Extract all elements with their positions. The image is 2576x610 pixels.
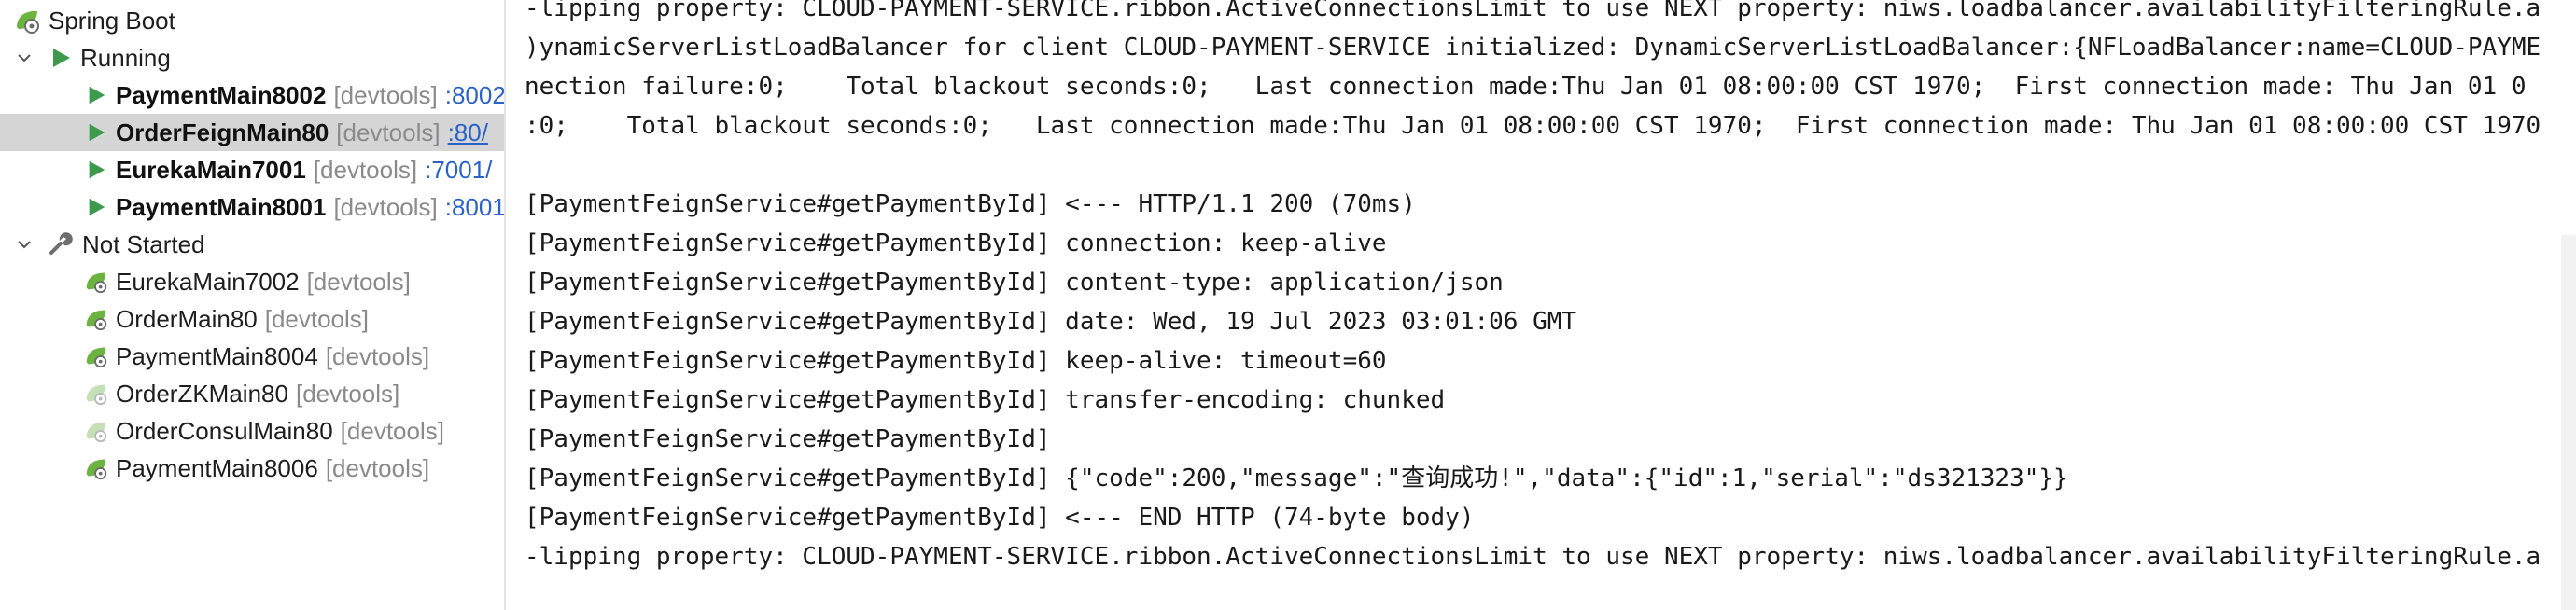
tree-group-running[interactable]: Running bbox=[0, 39, 504, 76]
tree-item-running[interactable]: PaymentMain8002 [devtools] :8002/ bbox=[0, 76, 504, 114]
tree-root-label: Spring Boot bbox=[49, 6, 175, 35]
wrench-icon bbox=[47, 230, 75, 258]
service-port-link[interactable]: :8002/ bbox=[445, 81, 504, 110]
console-line: [PaymentFeignService#getPaymentById] dat… bbox=[525, 308, 1577, 336]
chevron-down-icon[interactable] bbox=[11, 231, 37, 257]
tree-item-not-started[interactable]: OrderMain80 [devtools] bbox=[0, 300, 504, 338]
service-name: PaymentMain8006 bbox=[116, 453, 318, 482]
service-tag: [devtools] bbox=[336, 118, 441, 146]
service-tag: [devtools] bbox=[325, 453, 430, 482]
run-icon[interactable] bbox=[82, 156, 110, 184]
spring-boot-disabled-icon bbox=[82, 380, 110, 408]
service-port-link[interactable]: :7001/ bbox=[425, 156, 492, 185]
service-name: OrderFeignMain80 bbox=[116, 118, 329, 146]
tree-item-running-selected[interactable]: OrderFeignMain80 [devtools] :80/ bbox=[0, 114, 504, 151]
console-line: [PaymentFeignService#getPaymentById] kee… bbox=[525, 347, 1387, 375]
service-name: PaymentMain8001 bbox=[116, 192, 327, 221]
run-icon[interactable] bbox=[82, 193, 110, 221]
console-line: [PaymentFeignService#getPaymentById] con… bbox=[525, 269, 1504, 297]
spring-boot-icon bbox=[82, 342, 110, 370]
console-output[interactable]: -lipping property: CLOUD-PAYMENT-SERVICE… bbox=[506, 0, 2576, 610]
service-name: EurekaMain7001 bbox=[116, 155, 306, 184]
spring-boot-disabled-icon bbox=[82, 417, 110, 445]
tree-item-running[interactable]: PaymentMain8001 [devtools] :8001/ bbox=[0, 188, 504, 226]
console-line: [PaymentFeignService#getPaymentById] bbox=[525, 425, 1051, 453]
service-tag: [devtools] bbox=[264, 304, 370, 333]
tree-item-not-started[interactable]: PaymentMain8004 [devtools] bbox=[0, 338, 504, 375]
services-tree: Spring Boot Running PaymentMain8002 [dev… bbox=[0, 0, 504, 610]
service-port-link[interactable]: :8001/ bbox=[445, 193, 504, 222]
vertical-scrollbar[interactable] bbox=[2561, 235, 2576, 610]
run-icon[interactable] bbox=[82, 118, 110, 146]
console-line: [PaymentFeignService#getPaymentById] <--… bbox=[525, 504, 1475, 532]
service-tag: [devtools] bbox=[295, 379, 400, 408]
tree-group-not-started[interactable]: Not Started bbox=[0, 226, 504, 263]
tree-group-not-started-label: Not Started bbox=[82, 229, 205, 258]
service-tag: [devtools] bbox=[313, 155, 418, 184]
console-line: [PaymentFeignService#getPaymentById] tra… bbox=[525, 386, 1446, 414]
service-name: OrderZKMain80 bbox=[116, 379, 288, 408]
tree-item-not-started[interactable]: OrderConsulMain80 [devtools] bbox=[0, 412, 504, 450]
console-line: [PaymentFeignService#getPaymentById] {"c… bbox=[525, 464, 2068, 492]
console-line: :0; Total blackout seconds:0; Last conne… bbox=[525, 112, 2541, 140]
console-line: -lipping property: CLOUD-PAYMENT-SERVICE… bbox=[525, 0, 2541, 22]
service-name: PaymentMain8004 bbox=[116, 341, 318, 370]
service-tag: [devtools] bbox=[325, 341, 430, 370]
service-tag: [devtools] bbox=[333, 192, 438, 221]
console-line: [PaymentFeignService#getPaymentById] con… bbox=[525, 229, 1387, 257]
service-tag: [devtools] bbox=[306, 267, 411, 296]
tree-group-running-label: Running bbox=[80, 43, 171, 72]
tree-item-not-started[interactable]: OrderZKMain80 [devtools] bbox=[0, 375, 504, 412]
tree-item-not-started[interactable]: PaymentMain8006 [devtools] bbox=[0, 450, 504, 487]
service-name: OrderMain80 bbox=[116, 304, 258, 333]
console-line: nection failure:0; Total blackout second… bbox=[525, 73, 2527, 101]
service-port-link[interactable]: :80/ bbox=[448, 118, 488, 147]
tree-root-spring-boot[interactable]: Spring Boot bbox=[0, 2, 504, 39]
console-line: )ynamicServerListLoadBalancer for client… bbox=[525, 34, 2541, 62]
chevron-down-icon[interactable] bbox=[11, 45, 37, 71]
spring-boot-icon bbox=[82, 454, 110, 482]
service-name: PaymentMain8002 bbox=[116, 80, 327, 109]
service-tag: [devtools] bbox=[333, 80, 438, 109]
spring-boot-icon bbox=[82, 268, 110, 296]
spring-boot-icon bbox=[82, 305, 110, 333]
run-icon[interactable] bbox=[82, 81, 110, 109]
run-icon bbox=[47, 44, 75, 72]
service-name: EurekaMain7002 bbox=[116, 267, 300, 296]
service-name: OrderConsulMain80 bbox=[116, 416, 333, 445]
console-line: [PaymentFeignService#getPaymentById] <--… bbox=[525, 190, 1416, 218]
tree-item-running[interactable]: EurekaMain7001 [devtools] :7001/ bbox=[0, 151, 504, 188]
spring-boot-icon bbox=[13, 7, 41, 35]
service-tag: [devtools] bbox=[340, 416, 444, 445]
tree-item-not-started[interactable]: EurekaMain7002 [devtools] bbox=[0, 263, 504, 300]
console-line: -lipping property: CLOUD-PAYMENT-SERVICE… bbox=[525, 543, 2541, 571]
